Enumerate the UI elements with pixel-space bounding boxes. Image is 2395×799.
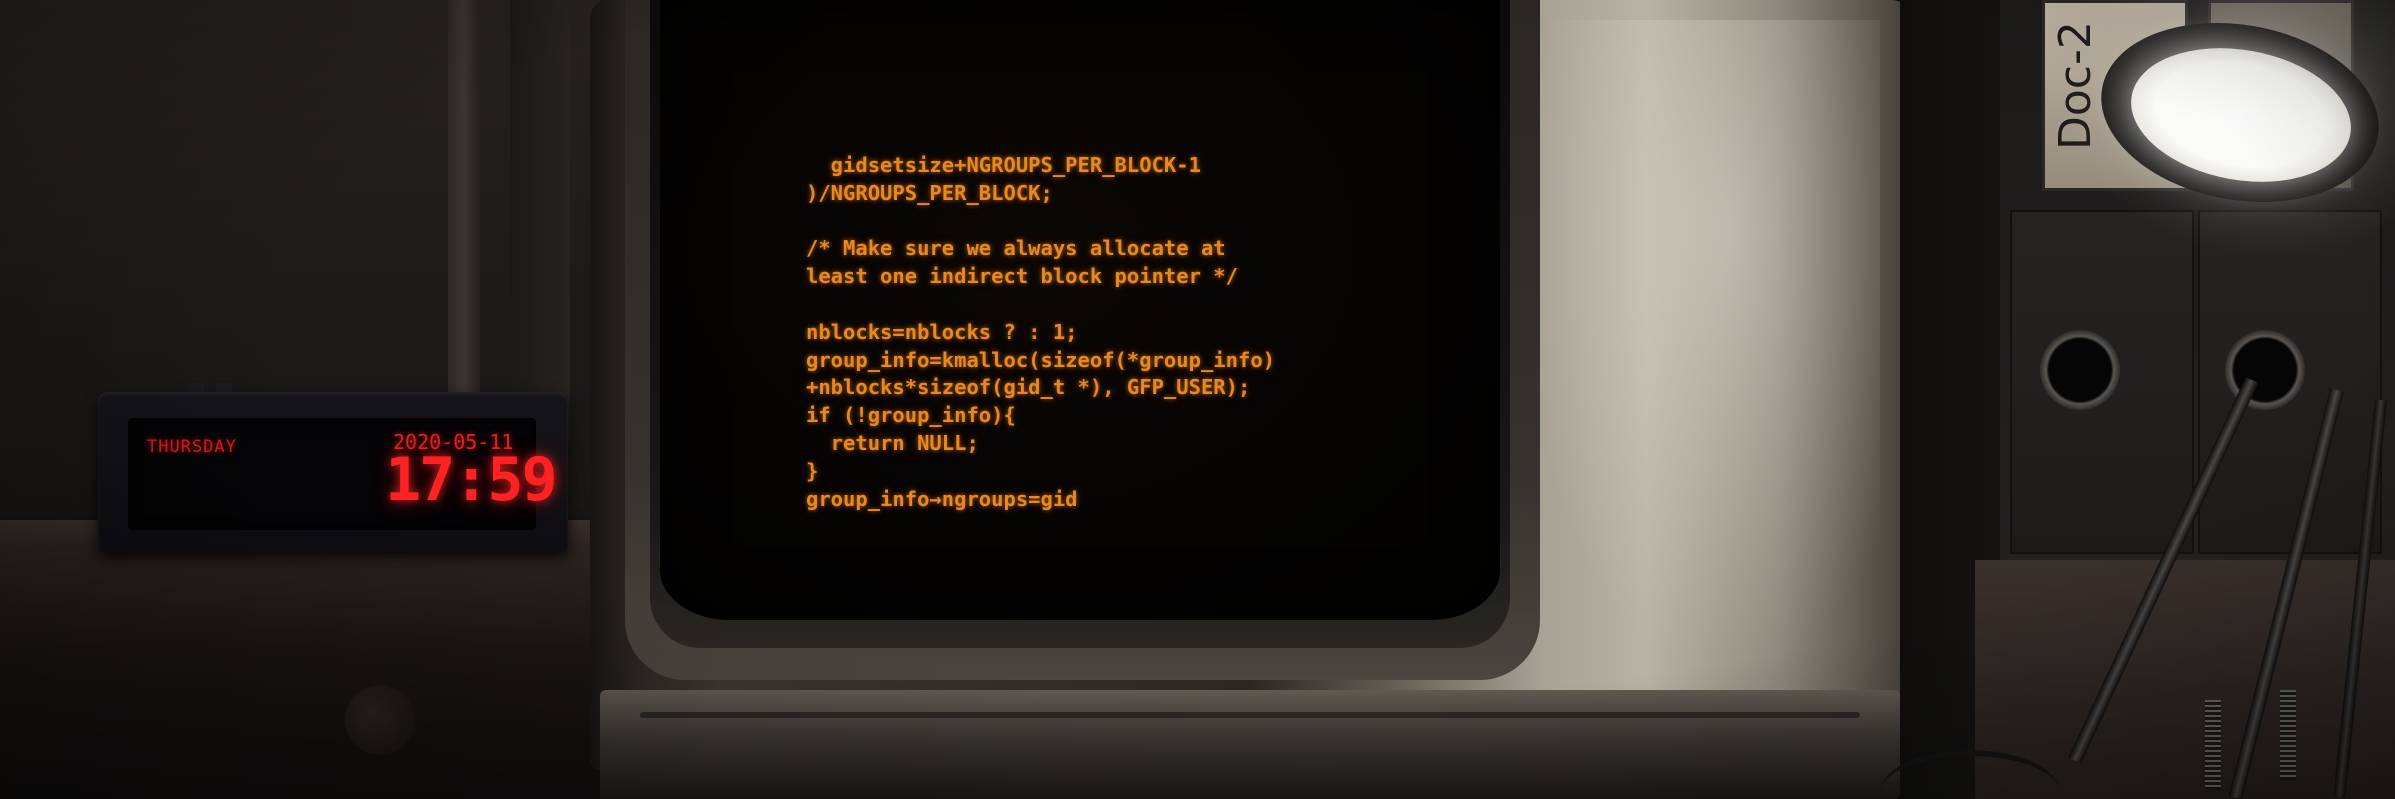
code-line: )/NGROUPS_PER_BLOCK;: [806, 180, 1053, 205]
window-frame-shadow: [510, 0, 570, 440]
monitor-base: [600, 690, 1900, 799]
code-line: nblocks=nblocks ? : 1;: [806, 319, 1078, 344]
window-frame: [448, 0, 480, 440]
code-line: +nblocks*sizeof(gid_t *), GFP_USER);: [806, 375, 1251, 400]
desk-scene: THURSDAY 2020-05-11 17:59 gidsetsize+NGR…: [0, 0, 2395, 799]
monitor-highlight: [1500, 20, 1880, 720]
screen-code: gidsetsize+NGROUPS_PER_BLOCK-1 )/NGROUPS_…: [806, 152, 1275, 513]
code-line: gidsetsize+NGROUPS_PER_BLOCK-1: [806, 153, 1201, 177]
lamp-spring: [2280, 690, 2296, 780]
code-line: return NULL;: [806, 430, 979, 455]
clock-time: 17:59: [385, 445, 558, 515]
clock-day: THURSDAY: [147, 437, 237, 457]
code-line: group_info=kmalloc(sizeof(*group_info): [806, 347, 1275, 372]
code-line: }: [806, 458, 819, 483]
code-line: /* Make sure we always allocate at: [806, 236, 1226, 261]
code-line: if (!group_info){: [806, 403, 1016, 428]
shelf-knob: [345, 685, 415, 755]
drawer-handle-hole-left: [2040, 330, 2120, 410]
code-line: group_info→ngroups=gid: [806, 486, 1078, 511]
shelf: [0, 545, 600, 799]
lamp-spring: [2205, 700, 2221, 790]
monitor-groove: [640, 712, 1860, 718]
cabinet-base: [1975, 560, 2395, 799]
code-line: least one indirect block pointer */: [806, 264, 1238, 289]
